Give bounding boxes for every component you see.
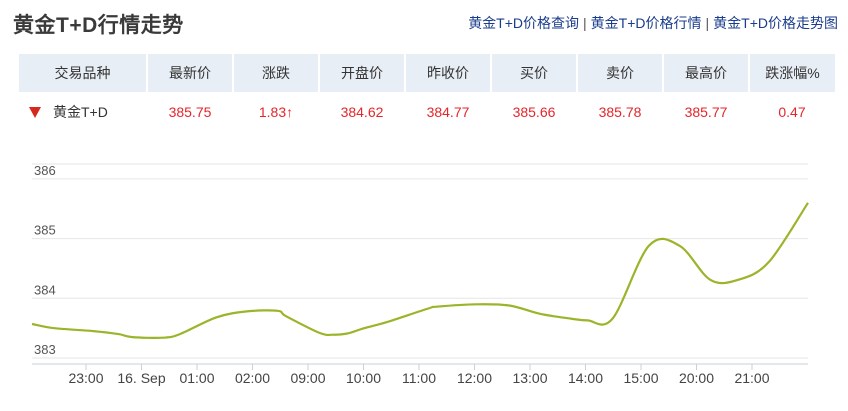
y-tick-label: 384 — [34, 282, 56, 297]
col-header-high: 最高价 — [662, 54, 749, 92]
table-row: 黄金T+D 385.75 1.83↑ 384.62 384.77 385.66 … — [19, 92, 835, 132]
col-header-latest: 最新价 — [146, 54, 233, 92]
link-price-market[interactable]: 黄金T+D价格行情 — [591, 15, 702, 31]
y-tick-label: 386 — [34, 163, 56, 178]
col-header-change-pct: 跌涨幅% — [748, 54, 835, 92]
x-tick-label: 10:00 — [346, 370, 381, 386]
x-tick-label: 23:00 — [68, 370, 103, 386]
down-triangle-icon — [29, 107, 41, 118]
x-tick-label: 21:00 — [734, 370, 769, 386]
cell-latest: 385.75 — [168, 104, 212, 120]
x-tick-label: 14:00 — [568, 370, 603, 386]
col-header-prev-close: 昨收价 — [404, 54, 491, 92]
x-tick-label: 15:00 — [623, 370, 658, 386]
col-header-bid: 买价 — [490, 54, 577, 92]
x-tick-label: 13:00 — [512, 370, 547, 386]
col-header-open: 开盘价 — [318, 54, 405, 92]
cell-instrument: 黄金T+D — [19, 92, 147, 132]
header-links: 黄金T+D价格查询 | 黄金T+D价格行情 | 黄金T+D价格走势图 — [468, 13, 838, 33]
table-header-row: 交易品种 最新价 涨跌 开盘价 昨收价 买价 卖价 最高价 跌涨幅% — [19, 54, 835, 92]
cell-change: 1.83↑ — [258, 104, 294, 120]
series-line — [31, 202, 809, 340]
page-header: 黄金T+D行情走势 黄金T+D价格查询 | 黄金T+D价格行情 | 黄金T+D价格走势图 — [0, 0, 848, 44]
y-tick-label: 385 — [34, 223, 56, 238]
cell-open: 384.62 — [340, 104, 384, 120]
page-title: 黄金T+D行情走势 — [13, 14, 184, 37]
cell-ask: 385.78 — [598, 104, 642, 120]
cell-bid: 385.66 — [512, 104, 556, 120]
link-separator: | — [583, 15, 587, 31]
y-tick-label: 383 — [34, 342, 56, 357]
x-tick-label: 02:00 — [235, 370, 270, 386]
col-header-change: 涨跌 — [232, 54, 319, 92]
instrument-name: 黄金T+D — [53, 104, 108, 120]
col-header-instrument: 交易品种 — [19, 54, 147, 92]
cell-high: 385.77 — [684, 104, 728, 120]
x-tick-label: 11:00 — [402, 370, 436, 386]
x-tick-label: 16. Sep — [117, 370, 165, 386]
link-separator: | — [705, 15, 710, 31]
price-line-chart: 383 384 385 386 23:00 16. Sep 01:00 02:00 09:00… — [31, 163, 809, 386]
chart-grid — [32, 163, 808, 359]
chart-x-ticks: 23:00 16. Sep 01:00 02:00 09:00 10:00 11:00 12:… — [68, 370, 769, 386]
link-price-trend-chart[interactable]: 黄金T+D价格走势图 — [713, 15, 838, 31]
col-header-ask: 卖价 — [576, 54, 663, 92]
quote-table: 交易品种 最新价 涨跌 开盘价 昨收价 买价 卖价 最高价 跌涨幅% 黄金T+D… — [19, 54, 835, 132]
x-tick-label: 09:00 — [290, 370, 325, 386]
x-tick-label: 20:00 — [679, 370, 714, 386]
cell-change-pct: 0.47 — [778, 104, 806, 120]
x-tick-label: 12:00 — [457, 370, 492, 386]
chart-series — [31, 202, 809, 340]
link-price-query[interactable]: 黄金T+D价格查询 — [468, 15, 579, 31]
cell-prev-close: 384.77 — [426, 104, 470, 120]
x-tick-label: 01:00 — [179, 370, 214, 386]
